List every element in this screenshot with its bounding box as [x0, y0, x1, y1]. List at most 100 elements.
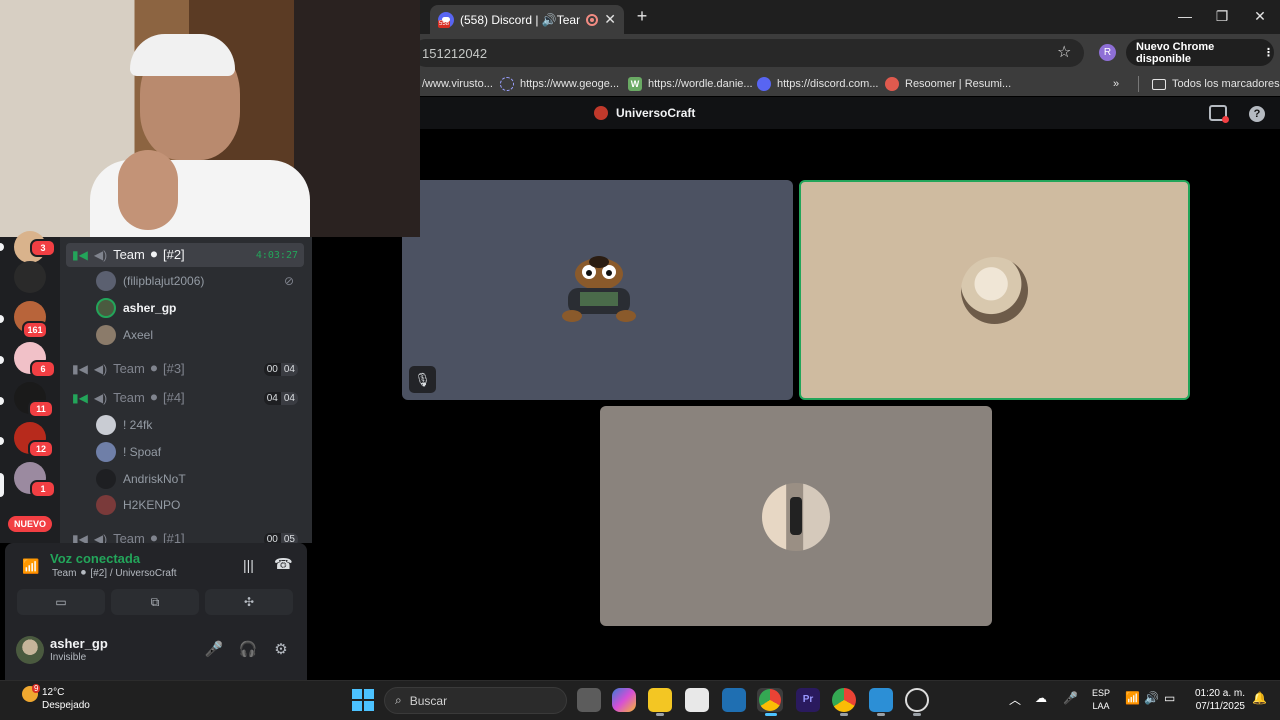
- server-name: UniversoCraft: [616, 106, 696, 120]
- noise-suppression-icon[interactable]: |||: [243, 557, 254, 573]
- wordle-icon: W: [628, 77, 642, 91]
- app-running-indicator: [877, 713, 885, 716]
- mic-tray-icon[interactable]: 🎤: [1063, 691, 1078, 705]
- system-clock[interactable]: 01:20 a. m. 07/11/2025: [1188, 687, 1245, 713]
- settings-gear-icon[interactable]: ⚙: [271, 640, 291, 660]
- member-name: AndriskNoT: [123, 472, 186, 486]
- participant-avatar: [961, 257, 1028, 324]
- participant-avatar: [762, 483, 830, 551]
- bookmark-label: https://www.geoge...: [520, 78, 620, 90]
- bookmark-label: https://wordle.danie...: [648, 78, 753, 90]
- user-name[interactable]: asher_gp: [50, 636, 108, 651]
- microphone-icon[interactable]: 🎤: [204, 640, 224, 660]
- taskbar-search[interactable]: ⌕ Buscar: [384, 687, 567, 714]
- close-window-button[interactable]: ✕: [1248, 6, 1272, 26]
- bookmark-label: Resoomer | Resumi...: [905, 78, 1012, 90]
- app-active-indicator: [765, 713, 777, 716]
- activities-button[interactable]: ✣: [205, 589, 293, 615]
- kebab-menu-icon[interactable]: ⋮: [1263, 46, 1274, 59]
- app-running-indicator: [656, 713, 664, 716]
- minimize-button[interactable]: —: [1173, 6, 1197, 26]
- mention-badge: 1: [30, 480, 56, 498]
- file-explorer-icon[interactable]: [648, 688, 672, 712]
- battery-icon[interactable]: ▭: [1164, 691, 1175, 705]
- voice-channel-team1[interactable]: ▮◀ ◀) Team ⚫ [#1] 00 05: [66, 527, 304, 543]
- headphones-icon[interactable]: 🎧: [238, 640, 258, 660]
- new-tab-button[interactable]: +: [632, 6, 652, 26]
- voice-status[interactable]: Voz conectada: [50, 551, 140, 566]
- more-bookmarks-chevron-icon[interactable]: »: [1113, 76, 1119, 92]
- photos-icon[interactable]: [722, 688, 746, 712]
- channel-name: Team ⚫ [#1]: [113, 531, 185, 543]
- voice-channel-team2[interactable]: ▮◀ ◀) Team ⚫ [#2] 4:03:27: [66, 243, 304, 267]
- muted-mic-icon[interactable]: 🎙: [409, 366, 436, 393]
- user-limit: 00 05: [263, 532, 298, 543]
- bookmark-item[interactable]: https://discord.com...: [757, 76, 878, 92]
- mention-badge: 3: [30, 239, 56, 257]
- bookmark-item[interactable]: Whttps://wordle.danie...: [628, 76, 753, 92]
- mention-badge: 161: [22, 321, 48, 339]
- language-indicator[interactable]: ESP LAA: [1092, 687, 1110, 713]
- user-avatar[interactable]: [16, 636, 44, 664]
- connection-signal-icon[interactable]: 📶: [22, 558, 39, 575]
- onedrive-icon[interactable]: ☁: [1035, 691, 1047, 705]
- server-icon[interactable]: [14, 261, 46, 293]
- app-icon[interactable]: [869, 688, 893, 712]
- voice-channel-team3[interactable]: ▮◀ ◀) Team ⚫ [#3] 00 04: [66, 357, 304, 381]
- member-avatar: [96, 325, 116, 345]
- camera-off-button[interactable]: ▭: [17, 589, 105, 615]
- volume-icon[interactable]: 🔊: [1144, 691, 1159, 705]
- channel-name: Team ⚫ [#2]: [113, 247, 185, 262]
- chrome-icon: [759, 689, 781, 711]
- bookmark-item[interactable]: /www.virusto...: [422, 76, 493, 92]
- user-limit: 00 04: [263, 362, 298, 376]
- voice-member[interactable]: (filipblajut2006) ⊘: [96, 270, 294, 292]
- bookmark-item[interactable]: https://www.geoge...: [500, 76, 619, 92]
- notification-bell-icon[interactable]: 🔔: [1252, 691, 1267, 705]
- voice-member[interactable]: ! 24fk: [96, 414, 152, 436]
- wifi-icon[interactable]: 📶: [1125, 691, 1140, 705]
- member-name: H2KENPO: [123, 498, 181, 512]
- obs-icon[interactable]: [905, 688, 929, 712]
- chrome-secondary-icon[interactable]: [832, 688, 856, 712]
- voice-member[interactable]: H2KENPO: [96, 494, 180, 516]
- windows-start-icon[interactable]: [352, 689, 374, 711]
- voice-location[interactable]: Team ⚫ [#2] / UniversoCraft: [52, 568, 177, 579]
- address-bar[interactable]: [412, 39, 1084, 67]
- new-badge: NUEVO: [8, 516, 52, 532]
- server-icon: [594, 106, 608, 120]
- all-bookmarks-folder[interactable]: Todos los marcadores: [1152, 76, 1280, 92]
- tab-close-icon[interactable]: ✕: [604, 11, 616, 28]
- disconnect-icon[interactable]: ☎: [274, 555, 293, 573]
- task-view-icon[interactable]: [577, 688, 601, 712]
- bookmark-item[interactable]: Resoomer | Resumi...: [885, 76, 1011, 92]
- member-avatar: [96, 495, 116, 515]
- participant-avatar: [562, 256, 636, 322]
- chrome-update-button[interactable]: Nuevo Chrome disponible ⋮: [1126, 39, 1274, 66]
- premiere-pro-icon[interactable]: Pr: [796, 688, 820, 712]
- inbox-icon[interactable]: [1209, 105, 1229, 123]
- windows-taskbar: [0, 680, 1280, 720]
- screen-share-button[interactable]: ⧉: [111, 589, 199, 615]
- weather-description[interactable]: Despejado: [42, 700, 90, 711]
- profile-avatar[interactable]: R: [1099, 44, 1116, 61]
- voice-member[interactable]: asher_gp: [96, 297, 176, 319]
- maximize-button[interactable]: ❐: [1210, 6, 1234, 26]
- address-bar-text[interactable]: 151212042: [422, 46, 487, 61]
- voice-member[interactable]: Axeel: [96, 324, 153, 346]
- microsoft-store-icon[interactable]: [685, 688, 709, 712]
- voice-connected-icon: ▮◀: [72, 248, 88, 262]
- voice-channel-icon: ▮◀: [72, 532, 88, 543]
- voice-channel-team4[interactable]: ▮◀ ◀) Team ⚫ [#4] 04 04: [66, 386, 304, 410]
- bookmark-star-icon[interactable]: ☆: [1057, 42, 1071, 62]
- copilot-icon[interactable]: [612, 688, 636, 712]
- bookmark-label: https://discord.com...: [777, 78, 879, 90]
- voice-member[interactable]: AndriskNoT: [96, 468, 186, 490]
- app-running-indicator: [840, 713, 848, 716]
- tab-title: (558) Discord | 🔊Team: [460, 12, 581, 27]
- voice-member[interactable]: ! Spoaf: [96, 441, 161, 463]
- browser-tab-discord[interactable]: 558 (558) Discord | 🔊Team ✕: [430, 5, 624, 34]
- tray-chevron-icon[interactable]: ︿: [1009, 691, 1021, 708]
- help-icon[interactable]: ?: [1249, 106, 1265, 122]
- weather-temperature[interactable]: 12°C: [42, 687, 64, 698]
